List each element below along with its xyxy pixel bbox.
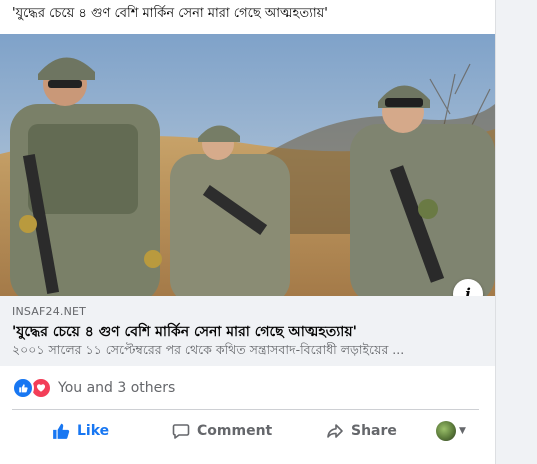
reactions-summary[interactable]: You and 3 others — [12, 376, 175, 400]
link-domain: INSAF24.NET — [12, 305, 87, 318]
action-bar: Like Comment Share ▼ — [12, 414, 479, 448]
reaction-count[interactable]: You and 3 others — [58, 380, 175, 396]
link-title[interactable]: 'যুদ্ধের চেয়ে ৪ গুণ বেশি মার্কিন সেনা ম… — [12, 320, 482, 344]
link-description: ২০০১ সালের ১১ সেপ্টেম্বরের পর থেকে কথিত … — [12, 342, 405, 357]
soldiers-photo — [0, 34, 495, 296]
comment-button[interactable]: Comment — [172, 414, 272, 448]
like-button[interactable]: Like — [52, 414, 109, 448]
comment-label: Comment — [197, 423, 273, 439]
divider — [12, 409, 479, 410]
link-preview-meta[interactable]: INSAF24.NET 'যুদ্ধের চেয়ে ৪ গুণ বেশি মা… — [0, 296, 495, 366]
share-button[interactable]: Share — [326, 414, 397, 448]
comment-icon — [172, 424, 190, 439]
post-caption: 'যুদ্ধের চেয়ে ৪ গুণ বেশি মার্কিন সেনা ম… — [12, 6, 328, 21]
post-card: 'যুদ্ধের চেয়ে ৪ গুণ বেশি মার্কিন সেনা ম… — [0, 0, 496, 464]
share-icon — [327, 424, 343, 438]
post-as-selector[interactable]: ▼ — [436, 421, 466, 441]
share-label: Share — [351, 423, 397, 439]
chevron-down-icon: ▼ — [459, 426, 466, 436]
avatar — [436, 421, 456, 441]
link-preview-image[interactable]: i — [0, 34, 495, 296]
like-icon — [12, 377, 34, 399]
thumbs-up-icon — [53, 423, 70, 439]
like-label: Like — [77, 423, 110, 439]
